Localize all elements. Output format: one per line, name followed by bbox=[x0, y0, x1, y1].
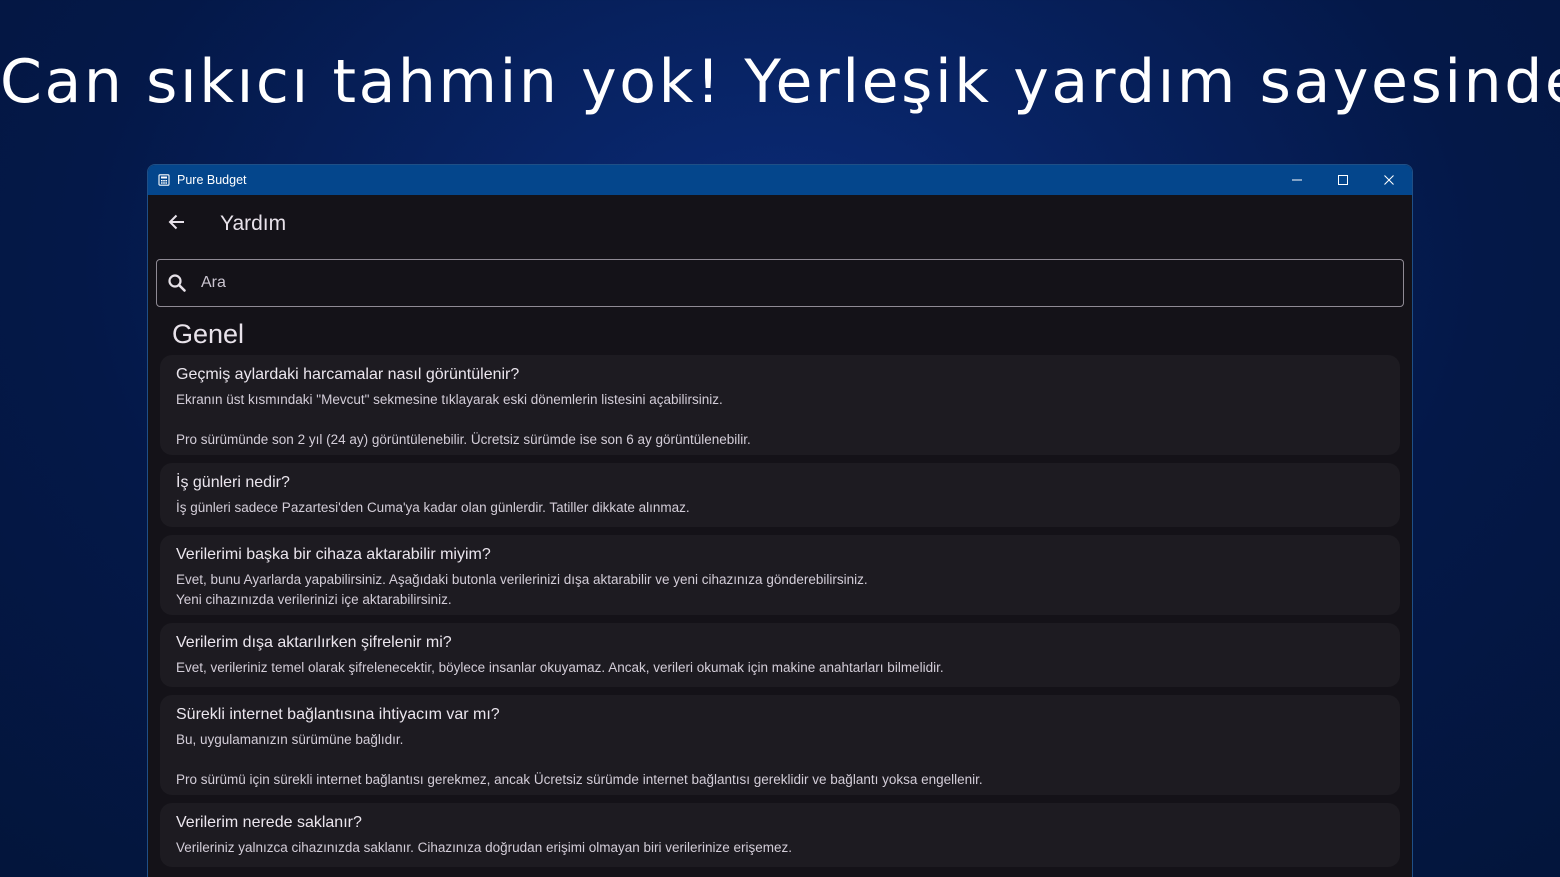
faq-item[interactable]: Verilerim dışa aktarılırken şifrelenir m… bbox=[160, 623, 1400, 687]
calculator-icon bbox=[158, 174, 170, 186]
faq-question: İş günleri nedir? bbox=[176, 474, 290, 491]
faq-answer: Evet, bunu Ayarlarda yapabilirsiniz. Aşa… bbox=[176, 572, 868, 607]
close-icon bbox=[1383, 171, 1395, 190]
back-button[interactable] bbox=[157, 204, 197, 244]
window-controls bbox=[1274, 165, 1412, 195]
faq-item[interactable]: Verilerim nerede saklanır? Verileriniz y… bbox=[160, 803, 1400, 867]
faq-answer: Bu, uygulamanızın sürümüne bağlıdır. Pro… bbox=[176, 732, 983, 787]
faq-question: Sürekli internet bağlantısına ihtiyacım … bbox=[176, 706, 500, 723]
faq-item[interactable]: Verilerimi başka bir cihaza aktarabilir … bbox=[160, 535, 1400, 615]
search-input[interactable] bbox=[199, 273, 1353, 293]
faq-answer: Ekranın üst kısmındaki "Mevcut" sekmesin… bbox=[176, 392, 751, 447]
faq-question: Geçmiş aylardaki harcamalar nasıl görünt… bbox=[176, 366, 520, 383]
promo-headline: Can sıkıcı tahmin yok! Yerleşik yardım s… bbox=[0, 47, 1560, 117]
maximize-icon bbox=[1337, 171, 1349, 190]
maximize-button[interactable] bbox=[1320, 165, 1366, 195]
search-box[interactable] bbox=[156, 259, 1404, 307]
search-icon bbox=[166, 272, 188, 294]
faq-item[interactable]: Geçmiş aylardaki harcamalar nasıl görünt… bbox=[160, 355, 1400, 455]
page-title: Yardım bbox=[220, 212, 287, 235]
app-window: Pure Budget Yardım Ara Genel Geçmiş ayla… bbox=[147, 164, 1413, 877]
arrow-left-icon bbox=[167, 212, 187, 236]
faq-answer: Verileriniz yalnızca cihazınızda saklanı… bbox=[176, 840, 793, 855]
faq-answer: Evet, verileriniz temel olarak şifrelene… bbox=[176, 660, 944, 675]
close-button[interactable] bbox=[1366, 165, 1412, 195]
app-bar: Yardım bbox=[148, 195, 1412, 253]
faq-item[interactable]: Sürekli internet bağlantısına ihtiyacım … bbox=[160, 695, 1400, 795]
minimize-button[interactable] bbox=[1274, 165, 1320, 195]
faq-item[interactable]: İş günleri nedir? İş günleri sadece Paza… bbox=[160, 463, 1400, 527]
faq-question: Verilerim dışa aktarılırken şifrelenir m… bbox=[176, 634, 452, 651]
faq-answer: İş günleri sadece Pazartesi'den Cuma'ya … bbox=[176, 500, 690, 515]
faq-question: Verilerimi başka bir cihaza aktarabilir … bbox=[176, 546, 491, 563]
minimize-icon bbox=[1291, 171, 1303, 190]
window-title: Pure Budget bbox=[177, 173, 247, 187]
section-title: Genel bbox=[172, 319, 245, 349]
faq-question: Verilerim nerede saklanır? bbox=[176, 814, 362, 831]
window-titlebar[interactable]: Pure Budget bbox=[148, 165, 1412, 195]
